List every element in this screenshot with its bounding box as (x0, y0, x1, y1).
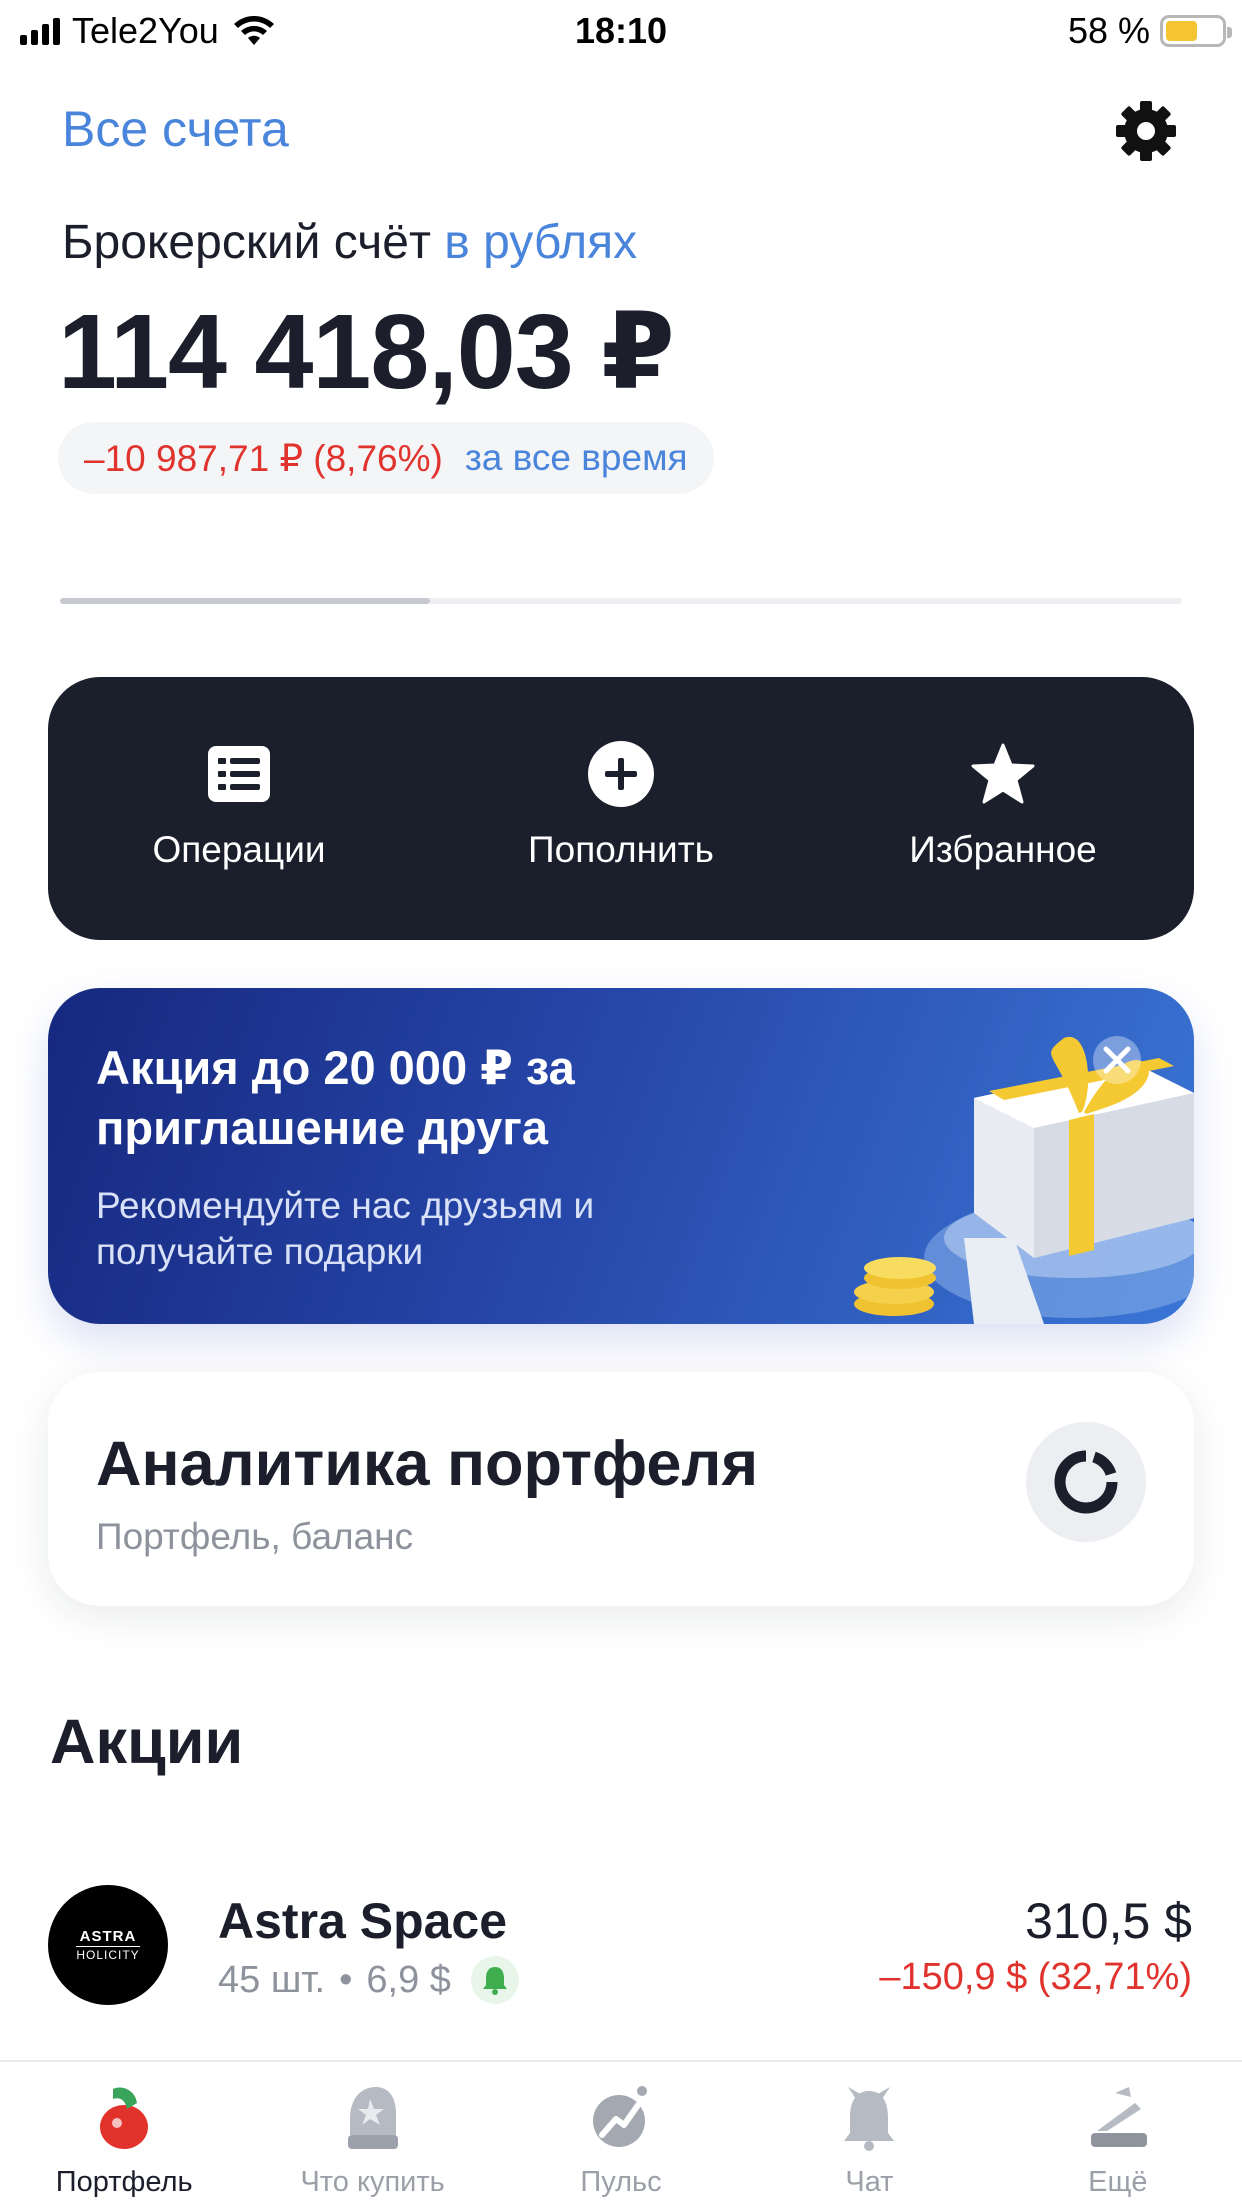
portfolio-analytics-card[interactable]: Аналитика портфеля Портфель, баланс (48, 1372, 1194, 1606)
stock-logo: ASTRA HOLICITY (48, 1885, 168, 2005)
settings-button[interactable] (1110, 95, 1182, 167)
tab-more[interactable]: Ещё (994, 2062, 1242, 2208)
account-type: Брокерский счёт (62, 216, 431, 269)
plus-circle-icon (586, 739, 656, 809)
account-slide-indicator (60, 598, 1182, 604)
favorites-button[interactable]: Избранное (812, 677, 1194, 940)
status-time: 18:10 (574, 10, 668, 51)
pulse-icon (585, 2082, 657, 2154)
tab-what-to-buy-label: Что купить (300, 2166, 445, 2198)
tab-more-label: Ещё (1088, 2166, 1148, 2198)
top-up-button[interactable]: Пополнить (430, 677, 812, 940)
analytics-title: Аналитика портфеля (96, 1429, 759, 1499)
mitten-icon (337, 2082, 409, 2154)
portfolio-icon (88, 2082, 160, 2154)
account-balance: 114 418,03 ₽ (58, 293, 675, 411)
stock-quantity: 45 шт. (218, 1958, 326, 2001)
tab-portfolio[interactable]: Портфель (0, 2062, 248, 2208)
tab-chat-label: Чат (845, 2166, 894, 2198)
gear-icon (1116, 101, 1176, 161)
logo-line1: ASTRA (79, 1928, 137, 1945)
stock-unit-price: 6,9 $ (366, 1958, 451, 2001)
promo-title: Акция до 20 000 ₽ за приглашение друга (96, 1041, 575, 1154)
operations-label: Операции (152, 829, 326, 870)
change-period-selector[interactable]: за все время (465, 437, 688, 479)
tab-pulse[interactable]: Пульс (497, 2062, 745, 2208)
promo-banner[interactable]: Акция до 20 000 ₽ за приглашение друга Р… (48, 988, 1194, 1324)
donut-chart-icon (1026, 1422, 1146, 1542)
stock-total-value: 310,5 $ (1025, 1893, 1192, 1949)
battery-fill (1166, 21, 1198, 41)
stock-separator: • (339, 1958, 353, 2001)
account-title[interactable]: Брокерский счёт в рублях (62, 215, 637, 270)
quick-actions-panel: Операции Пополнить Избранное (48, 677, 1194, 940)
balance-change-pill[interactable]: –10 987,71 ₽ (8,76%) за все время (58, 422, 714, 494)
balance-change-value: –10 987,71 ₽ (8,76%) (84, 437, 443, 479)
stocks-section-title: Акции (50, 1707, 244, 1777)
stock-details: 45 шт. • 6,9 $ (218, 1956, 519, 2004)
status-right: 58 % (1067, 10, 1232, 52)
tab-bar: Портфель Что купить Пульс Чат Ещё (0, 2060, 1242, 2208)
stock-name: Astra Space (218, 1893, 508, 1949)
tab-what-to-buy[interactable]: Что купить (248, 2062, 496, 2208)
bell-icon (470, 1956, 519, 2004)
star-icon (968, 739, 1038, 809)
logo-line2: HOLICITY (76, 1946, 140, 1962)
tab-portfolio-label: Портфель (55, 2166, 193, 2198)
battery-percent: 58 % (1067, 10, 1150, 51)
all-accounts-link[interactable]: Все счета (62, 100, 289, 158)
status-bar: Tele2You 18:10 58 % (0, 0, 1242, 64)
stock-change: –150,9 $ (32,71%) (879, 1956, 1192, 1998)
bell-icon (833, 2082, 905, 2154)
tab-pulse-label: Пульс (580, 2166, 662, 2198)
operations-button[interactable]: Операции (48, 677, 430, 940)
list-icon (204, 739, 274, 809)
top-up-label: Пополнить (528, 829, 714, 870)
tab-chat[interactable]: Чат (745, 2062, 993, 2208)
favorites-label: Избранное (909, 829, 1097, 870)
more-icon (1082, 2082, 1154, 2154)
slide-indicator-fill (60, 598, 431, 604)
stock-row[interactable]: ASTRA HOLICITY Astra Space 45 шт. • 6,9 … (0, 1880, 1242, 2010)
promo-subtitle: Рекомендуйте нас друзьям и получайте под… (96, 1185, 595, 1272)
gift-box-illustration (854, 1036, 1194, 1324)
close-icon[interactable] (1093, 1036, 1141, 1084)
battery-icon (1160, 15, 1232, 47)
analytics-subtitle: Портфель, баланс (96, 1516, 414, 1557)
account-currency[interactable]: в рублях (444, 216, 637, 269)
